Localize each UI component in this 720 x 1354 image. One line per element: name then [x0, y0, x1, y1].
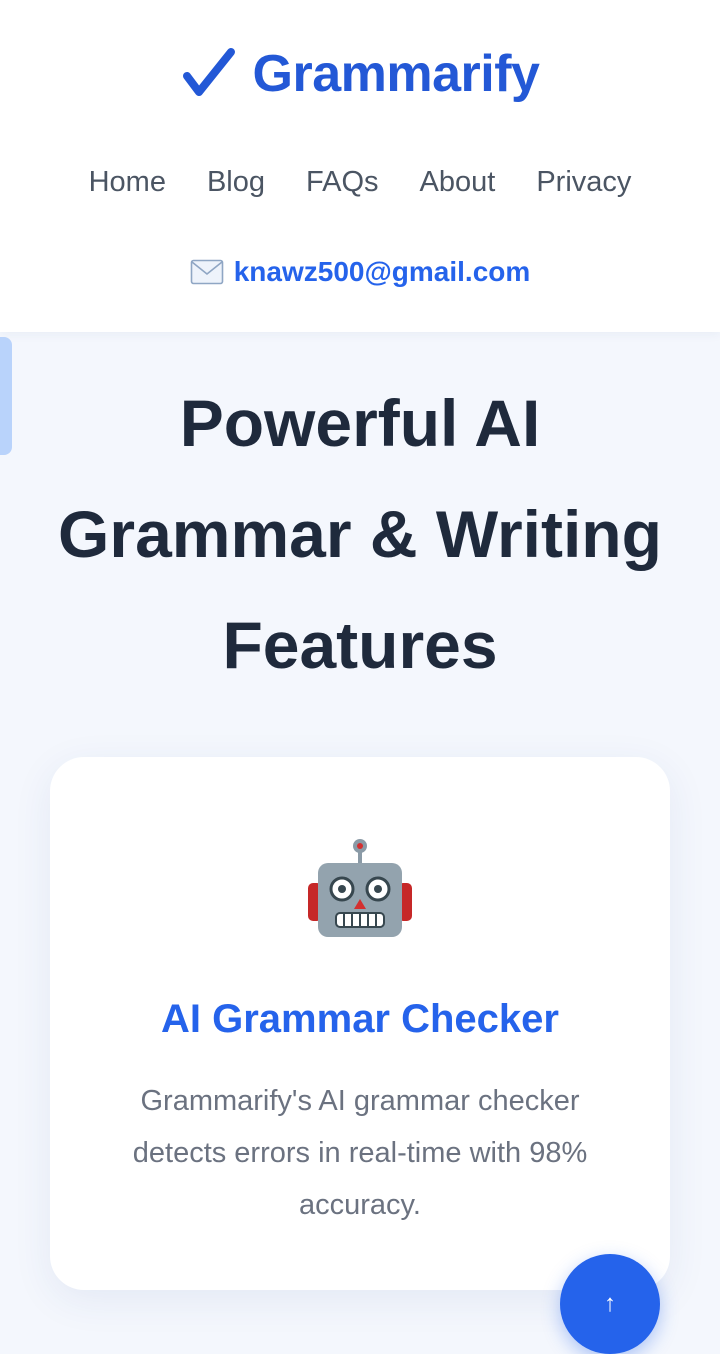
- contact-email: knawz500@gmail.com: [0, 256, 720, 288]
- feature-title: AI Grammar Checker: [161, 997, 559, 1041]
- nav-about[interactable]: About: [420, 166, 496, 199]
- robot-icon: [308, 839, 412, 937]
- brand[interactable]: Grammarify: [0, 44, 720, 104]
- site-header: Grammarify Home Blog FAQs About Privacy …: [0, 0, 720, 332]
- main-nav: Home Blog FAQs About Privacy: [0, 166, 720, 199]
- nav-privacy[interactable]: Privacy: [536, 166, 631, 199]
- check-icon: [182, 48, 235, 96]
- nav-home[interactable]: Home: [89, 166, 166, 199]
- side-tab[interactable]: [0, 337, 12, 455]
- nav-faqs[interactable]: FAQs: [306, 166, 379, 199]
- page-title: Powerful AI Grammar & Writing Features: [58, 386, 662, 682]
- scroll-to-top-button[interactable]: ↑: [560, 1254, 660, 1354]
- feature-description: Grammarify's AI grammar checker detects …: [132, 1085, 588, 1221]
- feature-card: AI Grammar Checker Grammarify's AI gramm…: [50, 757, 670, 1290]
- arrow-up-icon: ↑: [604, 1290, 616, 1317]
- email-link[interactable]: knawz500@gmail.com: [234, 256, 531, 288]
- mail-icon: [190, 259, 224, 285]
- nav-blog[interactable]: Blog: [207, 166, 265, 199]
- brand-name: Grammarify: [252, 45, 540, 103]
